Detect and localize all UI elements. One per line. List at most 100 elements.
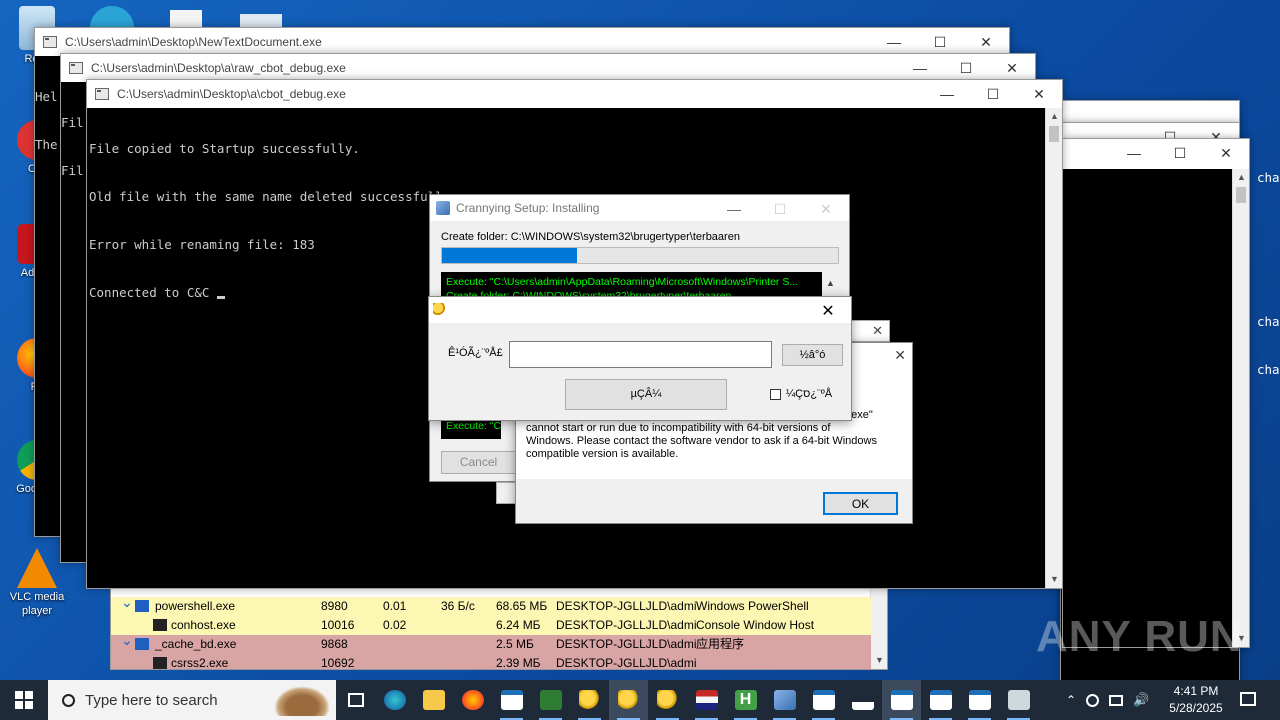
process-desc: Console Window Host (696, 618, 815, 632)
taskbar-edge[interactable] (375, 680, 414, 720)
scroll-up-icon[interactable]: ▲ (1233, 169, 1250, 186)
task-view-icon (347, 693, 364, 707)
clock-date: 5/28/2025 (1169, 701, 1223, 715)
log-scroll-up-icon[interactable]: ▲ (822, 272, 839, 298)
maximize-icon[interactable]: ☐ (1157, 139, 1203, 167)
window-title: C:\Users\admin\Desktop\a\raw_cbot_debug.… (91, 61, 346, 75)
vertical-scrollbar[interactable]: ▲ ▼ (1045, 108, 1062, 588)
clock[interactable]: 4:41 PM 5/28/2025 (1164, 683, 1228, 717)
close-icon[interactable]: ✕ (1016, 80, 1062, 108)
minimize-icon[interactable]: — (871, 28, 917, 56)
process-user: DESKTOP-JGLLJLD\admi (556, 618, 697, 632)
installer-app-icon (436, 201, 450, 215)
maximize-icon[interactable]: ☐ (917, 28, 963, 56)
process-icon (153, 619, 167, 631)
expand-chevron-icon[interactable]: ⌄ (121, 631, 133, 650)
process-icon (153, 657, 167, 669)
installer-icon (773, 690, 796, 710)
process-table-scrollbar[interactable]: ▼ (870, 579, 887, 669)
console-icon (890, 690, 913, 710)
console-app-icon (95, 88, 109, 100)
key-icon (433, 303, 447, 317)
card-number-input[interactable] (509, 341, 772, 368)
close-icon[interactable]: ✕ (989, 54, 1035, 82)
process-row[interactable]: ⌄ _cache_bd.exe 9868 2.5 МБ DESKTOP-JGLLJLD\… (111, 632, 871, 654)
ok-button[interactable]: OK (823, 492, 898, 515)
background-window-right-3[interactable]: — ☐ ✕ ▲ ▼ (1062, 138, 1250, 648)
h-app-icon: H (734, 690, 757, 710)
process-mem: 2.39 МБ (496, 656, 541, 670)
taskbar-app-6[interactable] (687, 680, 726, 720)
tray-app-icon[interactable] (1086, 693, 1100, 707)
scroll-up-icon[interactable]: ▲ (1046, 108, 1063, 125)
console-cursor (216, 296, 225, 299)
login-button[interactable]: µÇÂ¼ (565, 379, 727, 410)
taskbar-app-10[interactable] (843, 680, 882, 720)
cancel-button[interactable]: Cancel (441, 451, 516, 474)
taskbar-app-7[interactable]: H (726, 680, 765, 720)
scroll-down-icon[interactable]: ▼ (871, 652, 887, 669)
close-icon[interactable]: ✕ (963, 28, 1009, 56)
taskbar-app-13[interactable] (960, 680, 999, 720)
taskbar-app-3[interactable] (570, 680, 609, 720)
taskbar-app-9[interactable] (804, 680, 843, 720)
scroll-thumb[interactable] (1049, 126, 1059, 142)
expand-chevron-icon[interactable]: ⌄ (121, 593, 133, 612)
start-button[interactable] (0, 680, 48, 720)
scroll-down-icon[interactable]: ▼ (1046, 571, 1063, 588)
process-pid: 10692 (321, 656, 355, 670)
remember-card-checkbox[interactable] (770, 389, 781, 400)
unbind-button[interactable]: ½â°ó (782, 344, 843, 366)
taskbar-app-11[interactable] (882, 680, 921, 720)
process-mem: 6.24 МБ (496, 618, 541, 632)
maximize-icon[interactable]: ☐ (943, 54, 989, 82)
tray-overflow-chevron-icon[interactable]: ⌃ (1066, 693, 1076, 707)
vertical-scrollbar[interactable]: ▲ ▼ (1232, 169, 1249, 647)
close-icon[interactable]: ✕ (894, 347, 906, 364)
hidden-dialog-titlebar[interactable]: ✕ (850, 320, 890, 342)
minimize-icon[interactable]: — (711, 195, 757, 223)
close-icon[interactable]: ✕ (872, 323, 883, 339)
volume-icon[interactable]: 🔊 (1133, 692, 1149, 708)
network-icon[interactable] (1109, 694, 1124, 706)
minimize-icon[interactable]: — (1111, 139, 1157, 167)
minimize-icon[interactable]: — (924, 80, 970, 108)
process-desc: Windows PowerShell (696, 599, 809, 613)
scroll-thumb[interactable] (1236, 187, 1246, 203)
taskbar-firefox[interactable] (453, 680, 492, 720)
process-row[interactable]: conhost.exe 10016 0.02 6.24 МБ DESKTOP-JGLLJ… (111, 616, 871, 635)
key-icon (617, 690, 640, 710)
close-icon[interactable]: ✕ (1203, 139, 1249, 167)
task-view-button[interactable] (336, 680, 375, 720)
process-table[interactable]: ▼ ⌄ powershell.exe 8980 0.01 36 Б/с 68.65 МБ D… (110, 578, 888, 670)
taskbar-app-12[interactable] (921, 680, 960, 720)
taskbar-file-explorer[interactable] (414, 680, 453, 720)
card-login-dialog[interactable]: ✕ Ê¹ÓÃ¿¨ºÅ£ ½â°ó µÇÂ¼ ¼Çס¿¨ºÅ (428, 296, 852, 421)
folder-icon (422, 690, 445, 710)
process-row[interactable]: csrss2.exe 10692 2.39 МБ DESKTOP-JGLLJLD\ad… (111, 654, 871, 670)
windows-logo-icon (15, 691, 33, 709)
taskbar-app-2[interactable] (531, 680, 570, 720)
window-title: C:\Users\admin\Desktop\NewTextDocument.e… (65, 35, 322, 49)
process-row[interactable]: ⌄ powershell.exe 8980 0.01 36 Б/с 68.65 МБ DES… (111, 594, 871, 616)
maximize-icon[interactable]: ☐ (970, 80, 1016, 108)
close-icon: ✕ (820, 200, 832, 217)
system-tray: ⌃ 🔊 (1066, 680, 1149, 720)
minimize-icon[interactable]: — (897, 54, 943, 82)
process-user: DESKTOP-JGLLJLD\admi (556, 637, 697, 651)
notifications-icon[interactable] (1240, 692, 1256, 706)
taskbar-app-1[interactable] (492, 680, 531, 720)
process-name: powershell.exe (155, 599, 236, 613)
window-app-icon (500, 690, 523, 710)
close-icon[interactable]: ✕ (805, 297, 851, 325)
taskbar-app-5[interactable] (648, 680, 687, 720)
search-icon (62, 693, 75, 707)
maximize-icon: ☐ (773, 200, 787, 217)
taskbar-search-box[interactable]: Type here to search (48, 680, 336, 720)
process-pid: 8980 (321, 599, 348, 613)
taskbar-app-14[interactable] (999, 680, 1038, 720)
taskbar-app-8[interactable] (765, 680, 804, 720)
taskbar-app-4[interactable] (609, 680, 648, 720)
right-console-text: cha (1257, 170, 1280, 185)
installer-log[interactable]: Execute: "C:\Users\admin\AppData\Roaming… (441, 272, 839, 298)
